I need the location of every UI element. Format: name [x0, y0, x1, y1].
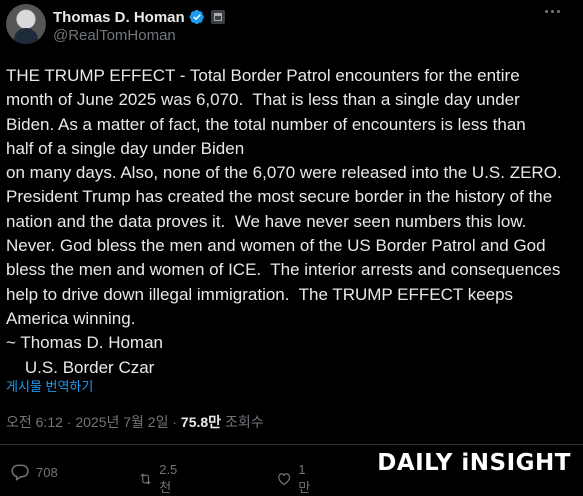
author-handle[interactable]: @RealTomHoman: [53, 27, 176, 44]
more-icon[interactable]: [545, 10, 565, 16]
repost-button[interactable]: 2.5천: [138, 462, 182, 496]
like-count: 1만: [298, 462, 311, 495]
government-icon: [210, 10, 225, 24]
like-button[interactable]: 1만: [276, 462, 314, 496]
repost-count: 2.5천: [159, 462, 178, 495]
post-text: THE TRUMP EFFECT - Total Border Patrol e…: [6, 66, 562, 377]
watermark-logo: DAILY iNSIGHT: [377, 450, 571, 476]
post-meta: 오전 6:12 · 2025년 7월 2일 · 75.8만 조회수: [6, 412, 264, 432]
view-count: 75.8만: [180, 414, 222, 430]
author-row: Thomas D. Homan: [53, 7, 225, 27]
post-time[interactable]: 오전 6:12 · 2025년 7월 2일 ·: [6, 414, 181, 430]
like-icon: [278, 473, 291, 486]
avatar[interactable]: [6, 4, 46, 44]
reply-button[interactable]: 708: [10, 462, 58, 482]
repost-icon: [140, 473, 151, 485]
view-label: 조회수: [221, 414, 264, 430]
reply-count: 708: [36, 464, 58, 480]
author-name[interactable]: Thomas D. Homan: [53, 9, 185, 26]
reply-icon: [11, 464, 29, 481]
translate-link[interactable]: 게시물 번역하기: [6, 376, 93, 395]
verified-icon: [189, 9, 204, 25]
divider: [0, 444, 583, 445]
